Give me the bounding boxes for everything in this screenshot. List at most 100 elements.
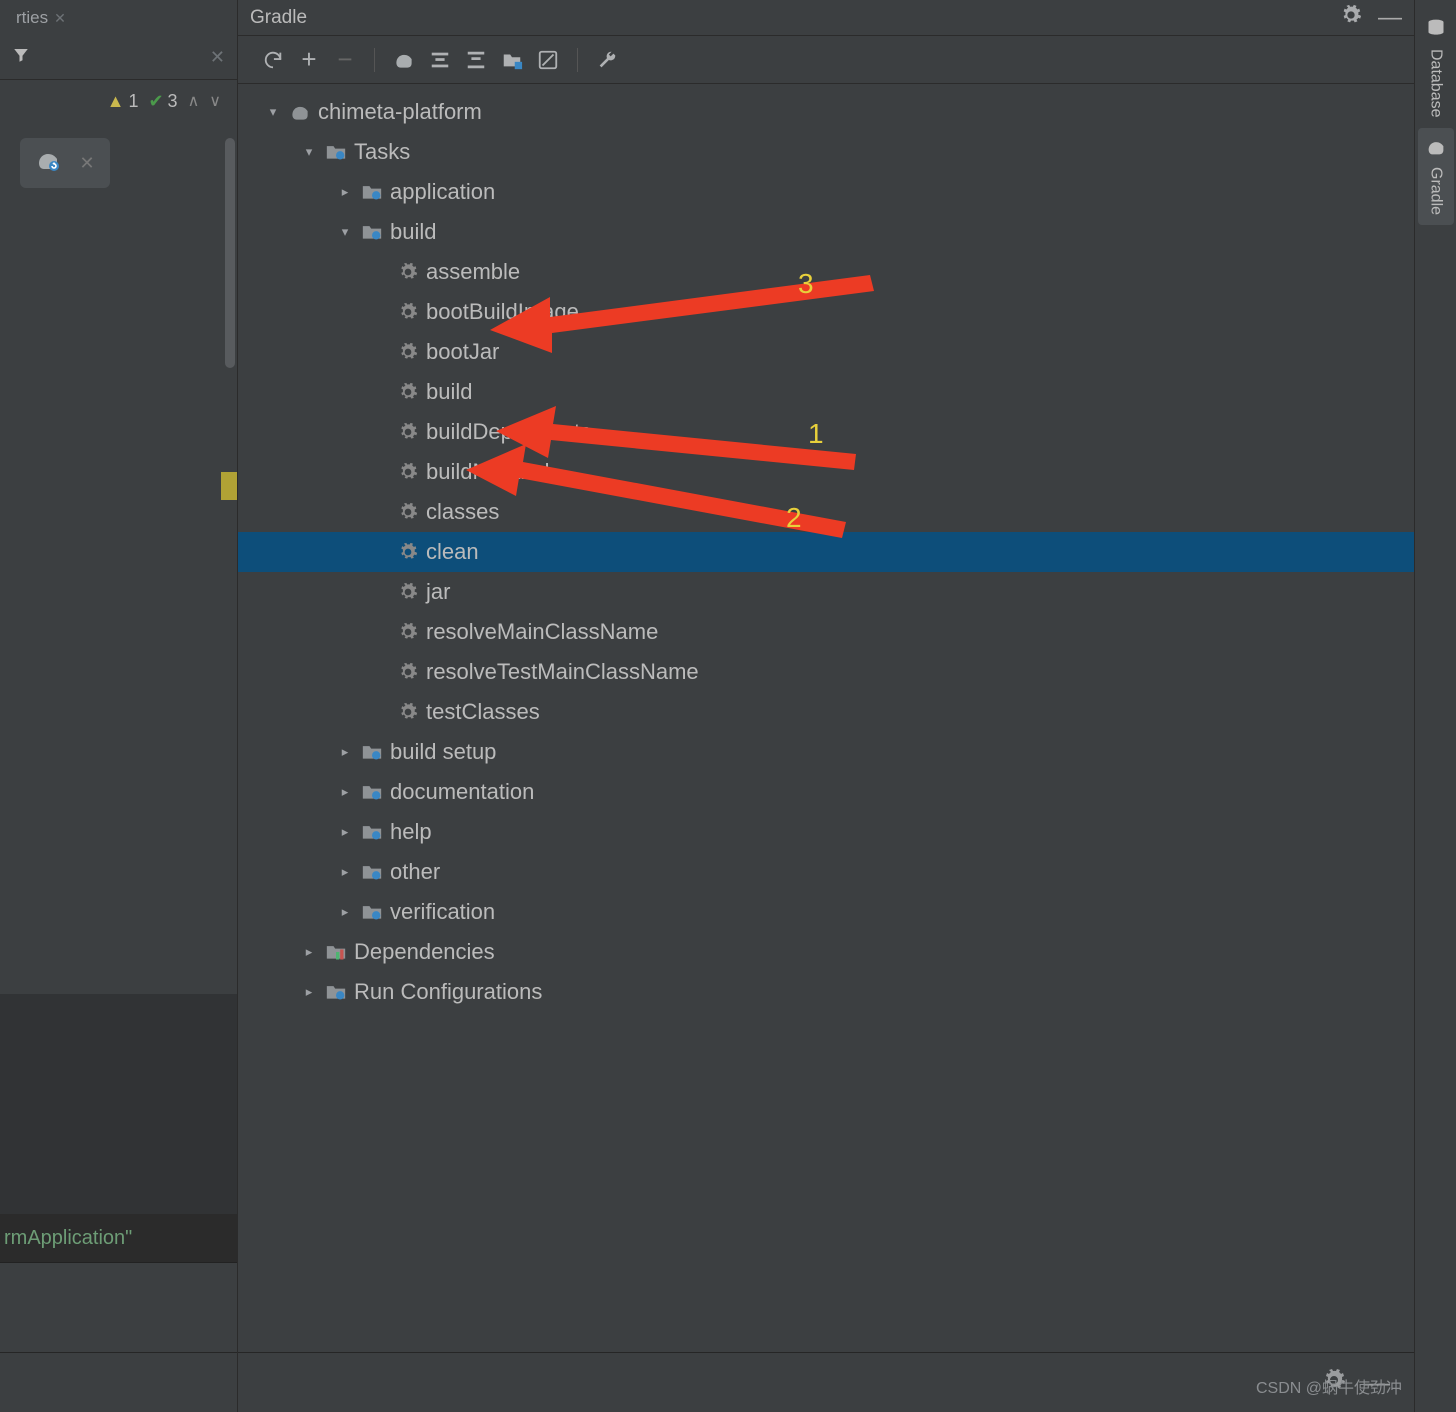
execute-icon[interactable]	[389, 45, 419, 75]
left-panel: rties ✕ ✕ ▲ 1 ✔ 3 ∧ ∨	[0, 0, 238, 1412]
folder-gear-icon	[360, 740, 384, 764]
task-resolveMainClassName[interactable]: resolveMainClassName	[238, 612, 1414, 652]
tree-application[interactable]: ▸application	[238, 172, 1414, 212]
warning-indicator[interactable]: ▲ 1	[107, 91, 139, 112]
gradle-tree: ▾chimeta-platform ▾Tasks ▸application ▾b…	[238, 84, 1414, 1012]
gear-icon	[396, 500, 420, 524]
nav-down-icon[interactable]: ∨	[209, 91, 221, 111]
left-status-bar: ▲ 1 ✔ 3 ∧ ∨	[0, 80, 237, 122]
chevron-right-icon: ▸	[336, 824, 354, 840]
task-testClasses[interactable]: testClasses	[238, 692, 1414, 732]
task-label: jar	[426, 579, 450, 605]
task-assemble[interactable]: assemble	[238, 252, 1414, 292]
gear-icon	[396, 620, 420, 644]
tree-help[interactable]: ▸help	[238, 812, 1414, 852]
code-text: rmApplication"	[4, 1227, 132, 1250]
folder-gear-icon	[360, 220, 384, 244]
gear-icon	[396, 380, 420, 404]
properties-tab-label: rties	[16, 8, 48, 28]
project-label: chimeta-platform	[318, 99, 482, 125]
offline-icon[interactable]	[533, 45, 563, 75]
rail-database-label: Database	[1427, 49, 1445, 118]
scrollbar[interactable]	[223, 134, 237, 484]
collapse-all-icon[interactable]	[461, 45, 491, 75]
verification-label: verification	[390, 899, 495, 925]
remove-icon[interactable]: −	[330, 45, 360, 75]
folder-gear-icon	[324, 980, 348, 1004]
task-bootBuildImage[interactable]: bootBuildImage	[238, 292, 1414, 332]
dependencies-icon	[324, 940, 348, 964]
tree-tasks[interactable]: ▾Tasks	[238, 132, 1414, 172]
elephant-refresh-icon	[35, 149, 61, 177]
task-resolveTestMainClassName[interactable]: resolveTestMainClassName	[238, 652, 1414, 692]
folder-gear-icon	[360, 820, 384, 844]
rail-gradle-label: Gradle	[1427, 167, 1445, 215]
rail-gradle[interactable]: Gradle	[1418, 128, 1454, 225]
check-indicator[interactable]: ✔ 3	[148, 91, 177, 112]
tree-documentation[interactable]: ▸documentation	[238, 772, 1414, 812]
task-clean[interactable]: clean	[238, 532, 1414, 572]
refresh-icon[interactable]	[258, 45, 288, 75]
gradle-panel-header: Gradle —	[238, 0, 1414, 36]
gradle-toolbar: + −	[238, 36, 1414, 84]
warning-icon: ▲	[107, 91, 125, 112]
scrollbar-thumb[interactable]	[225, 138, 235, 368]
gear-icon	[396, 260, 420, 284]
tree-build[interactable]: ▾build	[238, 212, 1414, 252]
task-list-icon[interactable]	[425, 45, 455, 75]
filter-icon[interactable]	[12, 44, 30, 71]
tree-project[interactable]: ▾ chimeta-platform	[238, 92, 1414, 132]
task-jar[interactable]: jar	[238, 572, 1414, 612]
tree-run-configs[interactable]: ▸Run Configurations	[238, 972, 1414, 1012]
close-icon[interactable]: ✕	[54, 10, 66, 27]
chevron-right-icon: ▸	[300, 984, 318, 1000]
gear-icon	[396, 300, 420, 324]
folder-gear-icon	[360, 780, 384, 804]
task-buildNeeded[interactable]: buildNeeded	[238, 452, 1414, 492]
gear-icon	[396, 700, 420, 724]
folder-sync-icon[interactable]	[497, 45, 527, 75]
tree-dependencies[interactable]: ▸ Dependencies	[238, 932, 1414, 972]
nav-up-icon[interactable]: ∧	[188, 91, 200, 111]
code-line: rmApplication"	[0, 1214, 237, 1262]
task-label: resolveTestMainClassName	[426, 659, 699, 685]
marker	[221, 472, 237, 500]
folder-gear-icon	[360, 900, 384, 924]
tree-build-setup[interactable]: ▸build setup	[238, 732, 1414, 772]
folder-gear-icon	[360, 860, 384, 884]
task-build[interactable]: build	[238, 372, 1414, 412]
tasks-label: Tasks	[354, 139, 410, 165]
task-label: assemble	[426, 259, 520, 285]
add-icon[interactable]: +	[294, 45, 324, 75]
gear-icon	[396, 340, 420, 364]
left-tabs: rties ✕	[0, 0, 237, 36]
minimize-icon[interactable]: —	[1378, 4, 1402, 32]
properties-tab[interactable]: rties ✕	[8, 4, 74, 32]
rail-database[interactable]: Database	[1418, 8, 1454, 128]
tree-other[interactable]: ▸other	[238, 852, 1414, 892]
chip-close-icon[interactable]: ✕	[79, 153, 94, 174]
refresh-chip[interactable]: ✕	[20, 138, 110, 188]
gear-icon[interactable]	[1340, 4, 1362, 32]
close-panel-icon[interactable]: ✕	[210, 47, 225, 68]
chevron-right-icon: ▸	[300, 944, 318, 960]
left-toolbar: ✕	[0, 36, 237, 80]
task-label: testClasses	[426, 699, 540, 725]
check-count: 3	[168, 91, 178, 112]
warning-count: 1	[128, 91, 138, 112]
application-label: application	[390, 179, 495, 205]
tree-verification[interactable]: ▸verification	[238, 892, 1414, 932]
grey-band	[0, 1262, 237, 1352]
folder-gear-icon	[324, 140, 348, 164]
chevron-right-icon: ▸	[336, 864, 354, 880]
task-bootJar[interactable]: bootJar	[238, 332, 1414, 372]
documentation-label: documentation	[390, 779, 534, 805]
task-classes[interactable]: classes	[238, 492, 1414, 532]
chevron-down-icon: ▾	[264, 104, 282, 120]
dependencies-label: Dependencies	[354, 939, 495, 965]
task-label: build	[426, 379, 472, 405]
gradle-panel-title: Gradle	[250, 7, 307, 29]
task-buildDependents[interactable]: buildDependents	[238, 412, 1414, 452]
build-setup-label: build setup	[390, 739, 496, 765]
wrench-icon[interactable]	[592, 45, 622, 75]
